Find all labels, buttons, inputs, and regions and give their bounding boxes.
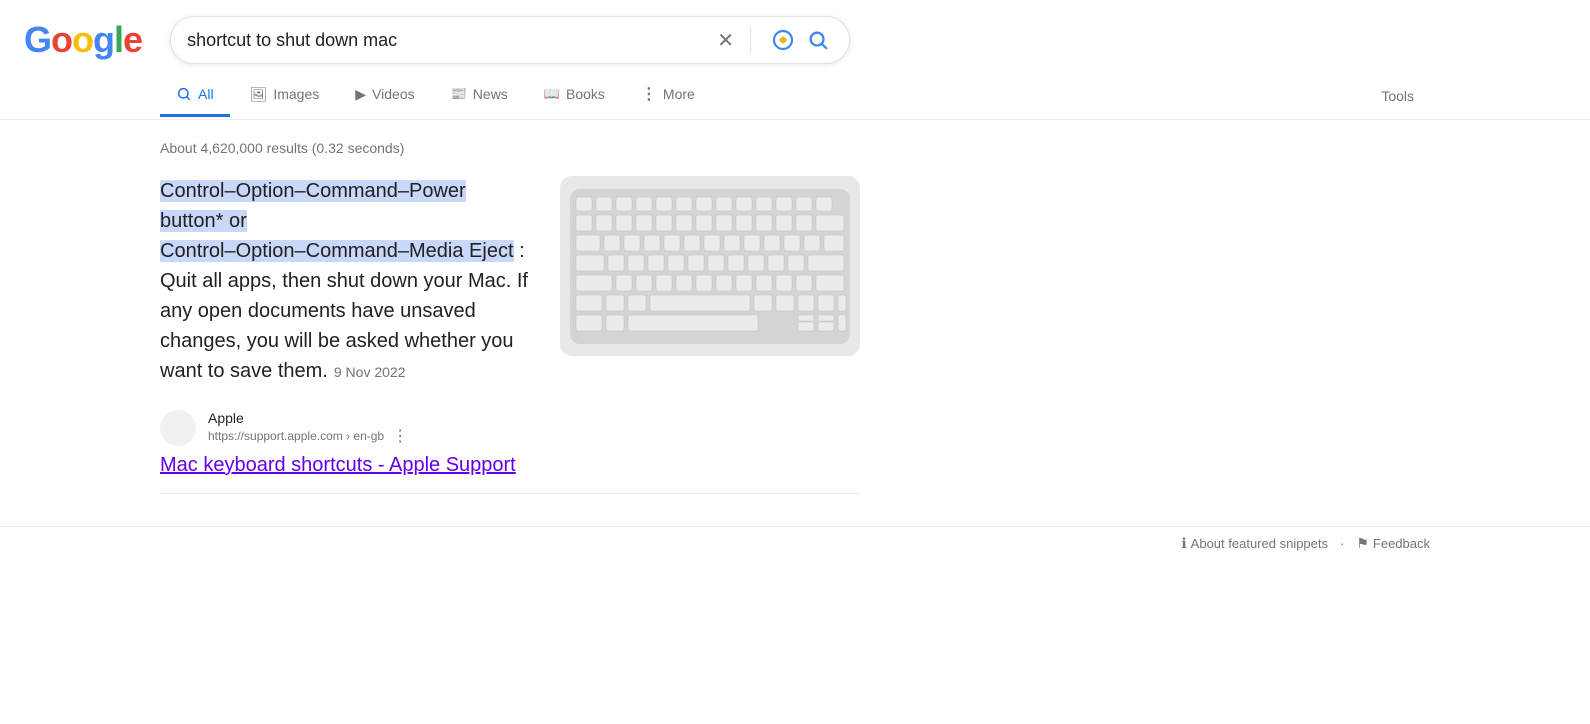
close-icon: ✕	[717, 28, 734, 53]
lens-icon	[771, 28, 795, 52]
search-divider	[750, 28, 751, 52]
logo-letter-e: e	[123, 19, 142, 61]
dot-separator: ·	[1340, 536, 1344, 551]
results-main: About 4,620,000 results (0.32 seconds) C…	[160, 140, 860, 506]
tab-more-label: More	[663, 86, 695, 102]
logo-letter-g: G	[24, 19, 51, 61]
tab-all-label: All	[198, 86, 214, 102]
logo-letter-g2: g	[93, 19, 114, 61]
results-area: About 4,620,000 results (0.32 seconds) C…	[0, 120, 1590, 526]
source-name: Apple	[208, 410, 408, 426]
snippet-highlight: Control–Option–Command–Power button* orC…	[160, 180, 514, 262]
search-button[interactable]	[803, 25, 833, 55]
tab-videos[interactable]: ▶ Videos	[339, 74, 430, 118]
snippet-text-area: Control–Option–Command–Power button* orC…	[160, 176, 528, 386]
tools-tab[interactable]: Tools	[1365, 76, 1430, 116]
result-link[interactable]: Mac keyboard shortcuts - Apple Support	[160, 454, 860, 477]
tab-images-label: Images	[273, 86, 319, 102]
source-url-row: https://support.apple.com › en-gb ⋮	[208, 426, 408, 446]
header: Google shortcut to shut down mac ✕	[0, 0, 1590, 72]
tabs-nav: All 🖼 Images ▶ Videos 📰 News 📖 Books ⋮ M…	[0, 72, 1590, 120]
logo-letter-o2: o	[72, 19, 93, 61]
logo-letter-l: l	[114, 19, 123, 61]
tab-books[interactable]: 📖 Books	[528, 74, 621, 117]
tab-images[interactable]: 🖼 Images	[234, 74, 336, 118]
news-icon: 📰	[451, 86, 467, 102]
keyboard-svg	[570, 189, 850, 344]
tab-all[interactable]: All	[160, 74, 230, 117]
more-dots-icon: ⋮	[641, 84, 657, 104]
source-favicon	[160, 410, 196, 446]
search-bar: shortcut to shut down mac ✕	[170, 16, 850, 64]
videos-icon: ▶	[355, 86, 366, 103]
logo-letter-o1: o	[51, 19, 72, 61]
tab-news[interactable]: 📰 News	[435, 74, 524, 117]
snippet-date: 9 Nov 2022	[334, 364, 406, 380]
source-row: Apple https://support.apple.com › en-gb …	[160, 410, 860, 446]
images-icon: 🖼	[250, 86, 268, 103]
tab-more[interactable]: ⋮ More	[625, 72, 711, 119]
info-circle-icon: ℹ	[1181, 535, 1186, 552]
keyboard-image	[560, 176, 860, 356]
books-icon: 📖	[544, 86, 560, 102]
feedback-link[interactable]: ⚑ Feedback	[1356, 535, 1430, 552]
tab-videos-label: Videos	[372, 86, 415, 102]
source-info: Apple https://support.apple.com › en-gb …	[208, 410, 408, 446]
flag-icon: ⚑	[1356, 535, 1369, 552]
featured-snippets-link[interactable]: ℹ About featured snippets	[1181, 535, 1328, 552]
result-divider	[160, 493, 860, 494]
google-logo[interactable]: Google	[24, 19, 142, 61]
clear-button[interactable]: ✕	[713, 24, 738, 57]
search-input[interactable]: shortcut to shut down mac	[187, 30, 713, 51]
feedback-label: Feedback	[1373, 536, 1430, 551]
results-count: About 4,620,000 results (0.32 seconds)	[160, 140, 860, 156]
snippet-image-area	[560, 176, 860, 386]
result-options-button[interactable]: ⋮	[392, 426, 408, 446]
source-url-text: https://support.apple.com › en-gb	[208, 429, 384, 443]
lens-button[interactable]	[763, 24, 803, 56]
snippet-text: Control–Option–Command–Power button* orC…	[160, 176, 528, 386]
featured-snippets-label: About featured snippets	[1191, 536, 1328, 551]
tab-books-label: Books	[566, 86, 605, 102]
featured-snippet: Control–Option–Command–Power button* orC…	[160, 176, 860, 386]
all-search-icon	[176, 86, 192, 102]
tab-news-label: News	[473, 86, 508, 102]
search-bar-wrapper: shortcut to shut down mac ✕	[170, 16, 850, 64]
search-icon	[807, 29, 829, 51]
bottom-bar: ℹ About featured snippets · ⚑ Feedback	[0, 526, 1590, 560]
